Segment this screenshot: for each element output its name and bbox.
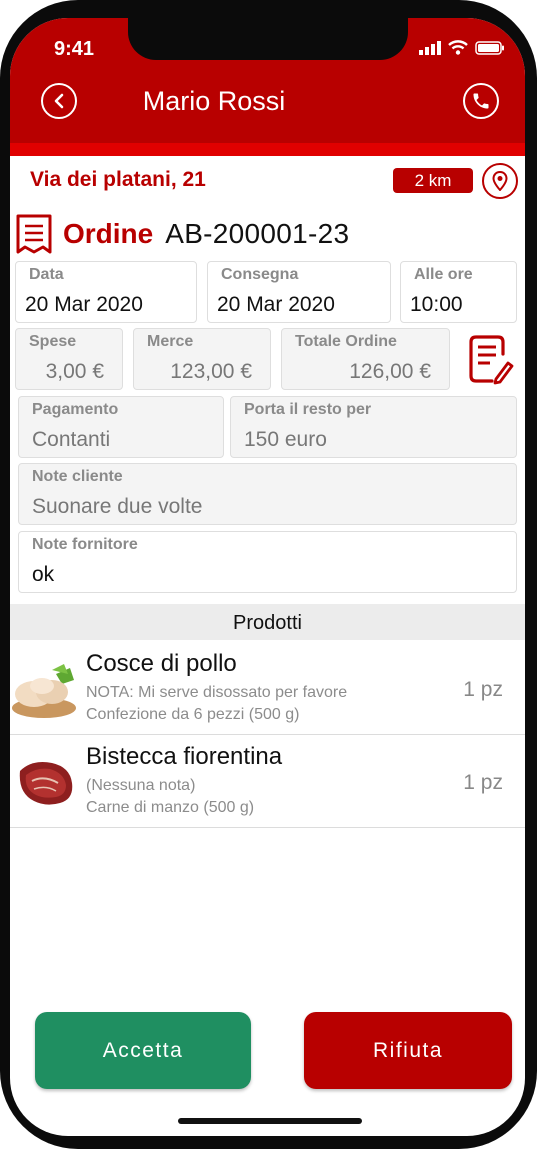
customer-notes-label: Note cliente — [32, 468, 123, 485]
delivery-date-field: Consegna 20 Mar 2020 — [207, 261, 391, 323]
accept-button[interactable]: Accetta — [35, 1012, 251, 1089]
status-time: 9:41 — [54, 38, 95, 60]
order-heading: Ordine AB-200001-23 — [15, 213, 349, 255]
products-section-header: Prodotti — [10, 604, 525, 640]
wifi-icon — [448, 40, 468, 55]
payment-field: Pagamento Contanti — [18, 396, 224, 458]
delivery-date-label: Consegna — [221, 266, 299, 283]
goods-cost-value: 123,00 € — [170, 360, 252, 383]
customer-notes-value: Suonare due volte — [32, 495, 203, 518]
order-total-field: Totale Ordine 126,00 € — [281, 328, 450, 390]
product-name: Bistecca fiorentina — [86, 743, 283, 770]
map-button[interactable] — [482, 163, 518, 199]
status-icons — [419, 40, 505, 55]
payment-value: Contanti — [32, 428, 111, 451]
signal-icon — [419, 40, 441, 55]
date-field: Data 20 Mar 2020 — [15, 261, 197, 323]
app-header: 9:41 Mario Rossi — [10, 18, 525, 156]
change-label: Porta il resto per — [244, 401, 372, 418]
product-quantity: 1 pz — [463, 678, 503, 701]
app-screen: 9:41 Mario Rossi Via dei platani, 21 2 k… — [10, 18, 525, 1136]
order-code: AB-200001-23 — [165, 218, 350, 249]
date-label: Data — [29, 266, 64, 283]
chicken-thighs-image — [12, 660, 76, 720]
phone-frame: 9:41 Mario Rossi Via dei platani, 21 2 k… — [0, 0, 537, 1149]
steak-image — [12, 753, 76, 813]
reject-button[interactable]: Rifiuta — [304, 1012, 512, 1089]
shipping-cost-value: 3,00 € — [45, 360, 104, 383]
change-value: 150 euro — [244, 428, 327, 451]
delivery-time-field: Alle ore 10:00 — [400, 261, 517, 323]
edit-notes-icon — [469, 335, 514, 385]
phone-icon — [473, 93, 489, 109]
receipt-icon — [16, 214, 52, 254]
shipping-cost-label: Spese — [29, 333, 77, 350]
delivery-time-value: 10:00 — [410, 293, 463, 316]
call-button[interactable] — [463, 83, 499, 119]
page-title: Mario Rossi — [142, 86, 286, 116]
order-total-label: Totale Ordine — [295, 333, 397, 350]
product-description: Confezione da 6 pezzi (500 g) — [86, 706, 300, 723]
supplier-notes-value[interactable]: ok — [32, 563, 54, 587]
edit-order-button[interactable] — [468, 334, 514, 391]
shipping-cost-field: Spese 3,00 € — [15, 328, 123, 390]
delivery-date-value: 20 Mar 2020 — [217, 293, 335, 316]
customer-notes-field: Note cliente Suonare due volte — [18, 463, 517, 525]
product-note: NOTA: Mi serve disossato per favore — [86, 684, 348, 701]
product-quantity: 1 pz — [463, 771, 503, 794]
device-notch — [128, 18, 408, 60]
supplier-notes-label: Note fornitore — [32, 536, 138, 553]
goods-cost-label: Merce — [147, 333, 194, 350]
product-item[interactable]: Bistecca fiorentina (Nessuna nota) Carne… — [10, 735, 525, 828]
delivery-time-label: Alle ore — [414, 266, 473, 283]
goods-cost-field: Merce 123,00 € — [133, 328, 271, 390]
delivery-address: Via dei platani, 21 — [30, 168, 206, 191]
product-description: Carne di manzo (500 g) — [86, 799, 255, 816]
product-name: Cosce di pollo — [86, 650, 237, 677]
product-note: (Nessuna nota) — [86, 777, 196, 794]
order-total-value: 126,00 € — [349, 360, 431, 383]
header-stripe — [10, 143, 525, 156]
payment-label: Pagamento — [32, 401, 119, 418]
change-field: Porta il resto per 150 euro — [230, 396, 517, 458]
home-indicator[interactable] — [178, 1118, 362, 1124]
date-value: 20 Mar 2020 — [25, 293, 143, 316]
map-pin-icon — [492, 171, 508, 191]
battery-icon — [475, 40, 504, 55]
product-item[interactable]: Cosce di pollo NOTA: Mi serve disossato … — [10, 642, 525, 735]
order-label: Ordine — [63, 218, 154, 249]
distance-badge: 2 km — [393, 168, 473, 193]
supplier-notes-field[interactable]: Note fornitore ok — [18, 531, 517, 593]
